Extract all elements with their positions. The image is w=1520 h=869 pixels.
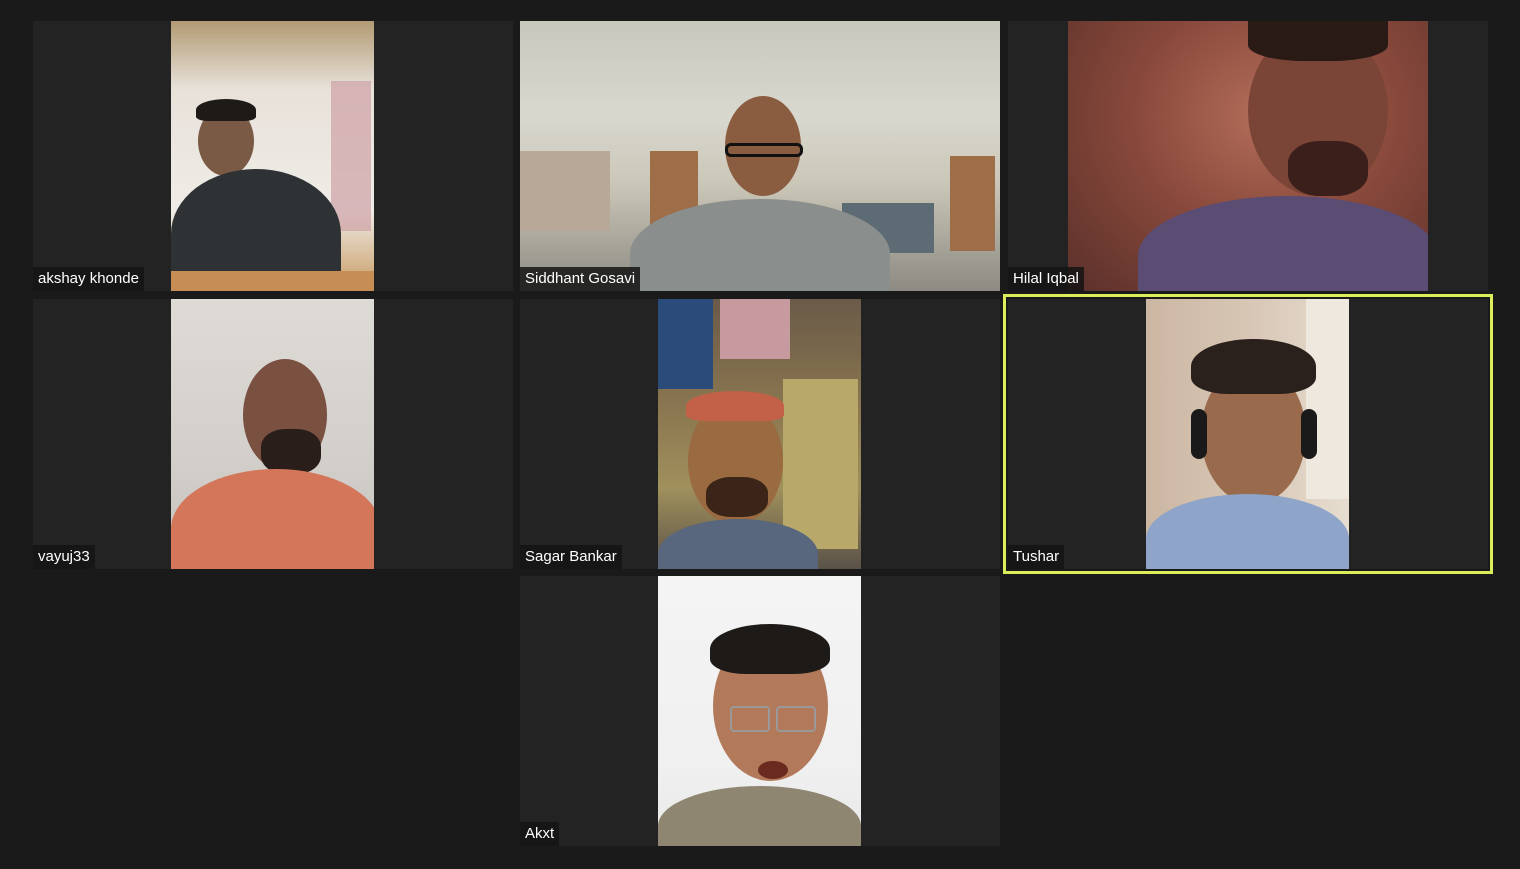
participant-tile-hilal-iqbal[interactable]: Hilal Iqbal bbox=[1008, 21, 1488, 291]
participant-name-label: Siddhant Gosavi bbox=[520, 267, 641, 291]
participant-name-label: Sagar Bankar bbox=[520, 545, 622, 569]
participant-video bbox=[171, 21, 374, 291]
participant-name-label: Akxt bbox=[520, 822, 560, 846]
participant-tile-sagar-bankar[interactable]: Sagar Bankar bbox=[520, 299, 1000, 569]
participant-name-label: Tushar bbox=[1008, 545, 1065, 569]
participant-name-label: akshay khonde bbox=[33, 267, 144, 291]
participant-tile-siddhant-gosavi[interactable]: Siddhant Gosavi bbox=[520, 21, 1000, 291]
participant-tile-akxt[interactable]: Akxt bbox=[520, 576, 1000, 846]
participant-name-label: vayuj33 bbox=[33, 545, 95, 569]
participant-video bbox=[658, 299, 861, 569]
video-gallery: akshay khonde Siddhant Gosavi Hilal Iqba… bbox=[0, 0, 1520, 869]
participant-tile-akshay-khonde[interactable]: akshay khonde bbox=[33, 21, 513, 291]
participant-name-label: Hilal Iqbal bbox=[1008, 267, 1084, 291]
participant-tile-vayuj33[interactable]: vayuj33 bbox=[33, 299, 513, 569]
participant-video bbox=[1146, 299, 1349, 569]
participant-video bbox=[520, 21, 1000, 291]
participant-video bbox=[1068, 21, 1428, 291]
participant-tile-tushar[interactable]: Tushar bbox=[1003, 294, 1493, 574]
participant-video bbox=[171, 299, 374, 569]
participant-video bbox=[658, 576, 861, 846]
